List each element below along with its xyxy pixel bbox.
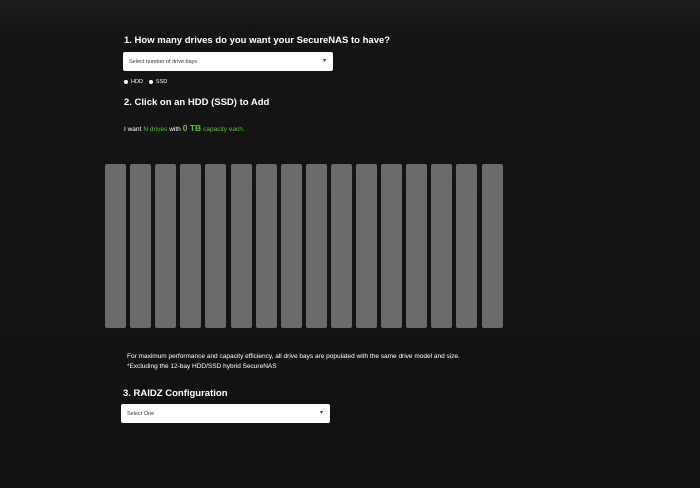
drive-bay-slot[interactable]	[280, 164, 302, 328]
step2-heading: 2. Click on an HDD (SSD) to Add	[124, 97, 270, 108]
drive-bay-slot[interactable]	[155, 164, 177, 328]
drive-bay-slot[interactable]	[180, 164, 202, 328]
drive-bay-slot[interactable]	[481, 164, 503, 328]
summary-prefix: I want	[124, 126, 142, 133]
raidz-select-text: Select One	[127, 410, 155, 417]
drive-bay-slot[interactable]	[456, 164, 478, 328]
drive-bay-slot[interactable]	[305, 164, 327, 328]
chevron-down-icon: ▼	[322, 58, 327, 64]
summary-with: with	[169, 126, 181, 133]
step3-heading: 3. RAIDZ Configuration	[123, 388, 228, 399]
drive-bay-slot[interactable]	[205, 164, 227, 328]
drive-bay-slot[interactable]	[255, 164, 277, 328]
drive-bay-grid	[105, 164, 504, 328]
drive-type-option-hdd[interactable]: HDD	[124, 79, 143, 85]
drive-bay-slot[interactable]	[130, 164, 152, 328]
drive-type-radio-group: HDD SSD	[124, 79, 167, 85]
hybrid-exclusion-note: *Excluding the 12-bay HDD/SSD hybrid Sec…	[127, 363, 277, 370]
step1-heading: 1. How many drives do you want your Secu…	[124, 35, 391, 46]
drive-type-option-ssd[interactable]: SSD	[148, 79, 168, 85]
summary-suffix: capacity each.	[203, 126, 245, 133]
drive-bay-slot[interactable]	[330, 164, 352, 328]
drive-type-label-ssd: SSD	[155, 79, 168, 85]
drive-bay-slot[interactable]	[230, 164, 252, 328]
drive-bay-slot[interactable]	[356, 164, 377, 328]
drive-bay-slot[interactable]	[105, 164, 126, 328]
summary-capacity: 0 TB	[182, 123, 202, 133]
chevron-down-icon: ▼	[319, 410, 324, 416]
drive-bay-slot[interactable]	[381, 164, 403, 328]
radio-dot-icon[interactable]	[148, 80, 153, 84]
drive-count-select-text: Select number of drive bays	[129, 58, 198, 65]
capacity-summary: I want N drives with 0 TB capacity each.	[124, 123, 245, 133]
drive-bay-slot[interactable]	[406, 164, 428, 328]
drive-count-select[interactable]: Select number of drive bays ▼	[123, 52, 333, 71]
summary-drive-count: N drives	[143, 126, 168, 133]
raidz-config-select[interactable]: Select One ▼	[121, 404, 330, 423]
drive-type-label-hdd: HDD	[131, 79, 143, 85]
radio-dot-icon[interactable]	[124, 80, 128, 84]
drive-bay-slot[interactable]	[431, 164, 453, 328]
